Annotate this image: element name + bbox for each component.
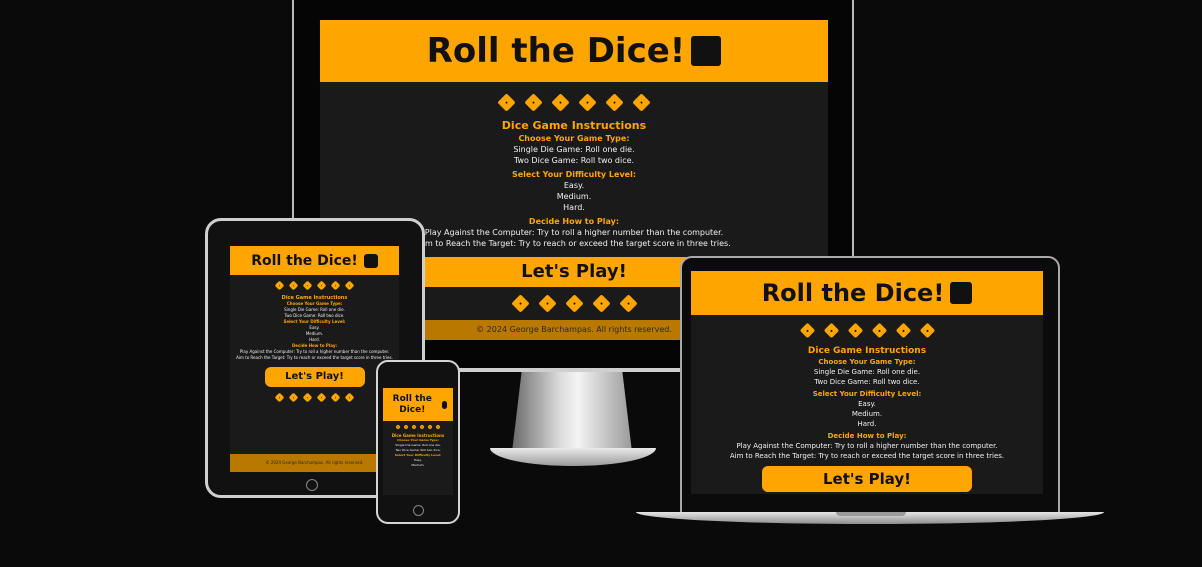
game-type-item: Single Die Game: Roll one die.: [813, 368, 921, 376]
dice-icon: [537, 294, 557, 313]
play-button[interactable]: Let's Play!: [762, 466, 972, 492]
instructions: Dice Game Instructions Choose Your Game …: [691, 345, 1043, 461]
dice-icon: [288, 392, 299, 403]
page-title: Roll the Dice!: [426, 31, 686, 71]
footer-text: © 2024 George Barchampas. All rights res…: [265, 460, 364, 465]
game-type-heading: Choose Your Game Type:: [518, 134, 630, 143]
dice-icon: [510, 294, 530, 313]
difficulty-item: Hard.: [857, 420, 877, 428]
dice-icon: [847, 322, 863, 339]
game-type-item: Two Dice Game: Roll two dice.: [814, 378, 920, 386]
dice-icon: [632, 93, 651, 112]
dice-icon: [524, 93, 543, 112]
dice-icon: [411, 424, 417, 430]
play-button-label: Let's Play!: [285, 371, 344, 382]
game-type-item: Two Dice Game: Roll two dice.: [513, 156, 635, 165]
dice-icon: [823, 322, 839, 339]
play-button-label: Let's Play!: [521, 261, 627, 282]
dice-icon: [591, 294, 611, 313]
dice-icon: [691, 36, 722, 66]
phone-home-button: [413, 505, 424, 516]
dice-row: [320, 93, 828, 112]
dice-icon: [564, 294, 584, 313]
difficulty-item: Hard.: [563, 203, 585, 212]
dice-icon: [895, 322, 911, 339]
play-mode-item: Play Against the Computer: Try to roll a…: [736, 442, 998, 450]
difficulty-item: Easy.: [858, 400, 876, 408]
laptop-screen: Roll the Dice! Dice Game Instructions Ch…: [691, 271, 1043, 494]
difficulty-item: Medium.: [851, 410, 883, 418]
dice-icon: [288, 280, 299, 291]
instructions: Dice Game Instructions Choose Your Game …: [230, 295, 399, 361]
footer-text: © 2024 George Barchampas. All rights res…: [476, 325, 672, 334]
dice-icon: [274, 392, 285, 403]
dice-icon: [330, 392, 341, 403]
dice-icon: [395, 424, 401, 430]
dice-icon: [441, 400, 447, 409]
dice-row: [230, 392, 399, 403]
dice-icon: [799, 322, 815, 339]
dice-icon: [427, 424, 433, 430]
instructions-heading: Dice Game Instructions: [807, 346, 927, 356]
tablet-home-button: [306, 479, 318, 491]
dice-icon: [316, 280, 327, 291]
tablet-screen: Roll the Dice! Dice Game Instructions Ch…: [230, 246, 399, 472]
header: Roll the Dice!: [320, 20, 828, 82]
header: Roll the Dice!: [383, 388, 453, 421]
dice-row: [691, 322, 1043, 339]
header: Roll the Dice!: [230, 246, 399, 275]
dice-icon: [330, 280, 341, 291]
dice-icon: [419, 424, 425, 430]
difficulty-heading: Select Your Difficulty Level:: [812, 390, 922, 398]
phone-screen: Roll the Dice! Dice Game Instructions Ch…: [383, 388, 453, 495]
dice-icon: [605, 93, 624, 112]
footer: © 2024 George Barchampas. All rights res…: [230, 454, 399, 472]
difficulty-item: Medium.: [411, 463, 425, 467]
play-heading: Decide How to Play:: [827, 432, 907, 440]
dice-icon: [344, 392, 355, 403]
play-mode-item: Aim to Reach the Target: Try to reach or…: [236, 355, 393, 360]
dice-icon: [919, 322, 935, 339]
dice-icon: [578, 93, 597, 112]
dice-icon: [302, 392, 313, 403]
difficulty-item: Medium.: [556, 192, 592, 201]
monitor-stand-base: [490, 448, 656, 466]
dice-icon: [344, 280, 355, 291]
dice-icon: [403, 424, 409, 430]
dice-icon: [497, 93, 516, 112]
difficulty-item: Easy.: [563, 181, 585, 190]
monitor-stand: [512, 372, 632, 452]
dice-icon: [302, 280, 313, 291]
dice-icon: [363, 253, 378, 268]
page-title: Roll the Dice!: [761, 279, 945, 307]
play-button[interactable]: Let's Play!: [264, 367, 365, 387]
dice-icon: [274, 280, 285, 291]
play-button-label: Let's Play!: [822, 470, 912, 488]
dice-icon: [316, 392, 327, 403]
laptop-notch: [836, 512, 906, 516]
dice-icon: [551, 93, 570, 112]
instructions-heading: Dice Game Instructions: [501, 119, 647, 132]
page-title: Roll the Dice!: [251, 252, 358, 269]
instructions: Dice Game Instructions Choose Your Game …: [383, 433, 453, 468]
header: Roll the Dice!: [691, 271, 1043, 315]
play-mode-item: Aim to Reach the Target: Try to reach or…: [729, 452, 1005, 460]
game-type-item: Single Die Game: Roll one die.: [513, 145, 635, 154]
dice-row: [230, 280, 399, 291]
dice-icon: [950, 282, 973, 304]
dice-row: [383, 424, 453, 430]
dice-icon: [871, 322, 887, 339]
difficulty-heading: Select Your Difficulty Level:: [511, 170, 637, 179]
game-type-heading: Choose Your Game Type:: [818, 358, 916, 366]
page-title: Roll the Dice!: [392, 393, 432, 415]
dice-icon: [618, 294, 638, 313]
dice-icon: [435, 424, 441, 430]
